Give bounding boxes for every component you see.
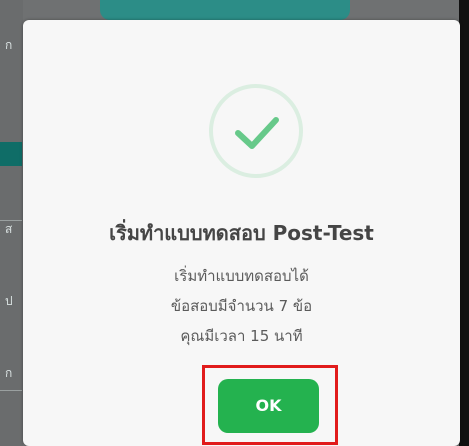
ok-button[interactable]: OK bbox=[218, 379, 319, 433]
background-right-edge bbox=[459, 0, 469, 446]
checkmark-icon bbox=[235, 117, 279, 149]
background-mark: ป bbox=[5, 294, 13, 308]
message-line: เริ่มทำแบบทดสอบได้ bbox=[174, 267, 309, 285]
background-left-tab bbox=[0, 142, 22, 166]
message-line: คุณมีเวลา 15 นาที bbox=[180, 327, 303, 345]
confirmation-dialog: เริ่มทำแบบทดสอบ Post-Test เริ่มทำแบบทดสอ… bbox=[23, 20, 460, 446]
background-mark: ก bbox=[5, 366, 13, 380]
message-line: ข้อสอบมีจำนวน 7 ข้อ bbox=[170, 297, 313, 315]
screen: ก ส ป ก เริ่มทำแบบทดสอบ Post-Test เริ่มท… bbox=[0, 0, 469, 446]
success-check-icon bbox=[209, 84, 303, 178]
dialog-message: เริ่มทำแบบทดสอบได้ ข้อสอบมีจำนวน 7 ข้อ ค… bbox=[23, 261, 460, 351]
background-top-tab bbox=[100, 0, 350, 20]
background-mark: ก bbox=[5, 38, 13, 52]
dialog-title: เริ่มทำแบบทดสอบ Post-Test bbox=[109, 221, 374, 245]
background-mark: ส bbox=[5, 222, 13, 236]
